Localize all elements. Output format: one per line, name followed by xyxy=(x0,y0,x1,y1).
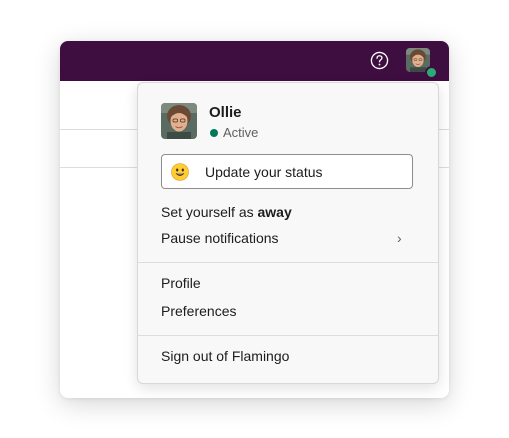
presence-indicator xyxy=(425,66,438,79)
preferences-label: Preferences xyxy=(161,303,237,319)
update-status-button[interactable]: Update your status xyxy=(161,154,413,189)
pause-notifications-item[interactable]: Pause notifications › xyxy=(138,226,438,252)
set-away-label: Set yourself as away xyxy=(161,204,292,220)
sign-out-label: Sign out of Flamingo xyxy=(161,348,290,364)
user-name: Ollie xyxy=(209,104,242,121)
active-status-dot xyxy=(210,129,218,137)
menu-divider xyxy=(138,335,438,336)
user-menu: Ollie Active Update your status Set your… xyxy=(137,82,439,384)
pause-notifications-label: Pause notifications xyxy=(161,230,279,246)
top-bar xyxy=(60,41,449,81)
chevron-right-icon: › xyxy=(397,230,402,246)
menu-avatar xyxy=(161,103,197,139)
avatar-image xyxy=(161,103,197,139)
sign-out-item[interactable]: Sign out of Flamingo xyxy=(138,344,438,370)
preferences-item[interactable]: Preferences xyxy=(138,299,438,325)
user-status: Active xyxy=(223,125,259,140)
update-status-label: Update your status xyxy=(205,164,323,180)
set-away-item[interactable]: Set yourself as away xyxy=(138,200,438,226)
profile-label: Profile xyxy=(161,275,201,291)
profile-item[interactable]: Profile xyxy=(138,271,438,297)
help-icon[interactable] xyxy=(370,51,389,70)
smiling-face-emoji-icon xyxy=(171,163,189,181)
menu-divider xyxy=(138,262,438,263)
